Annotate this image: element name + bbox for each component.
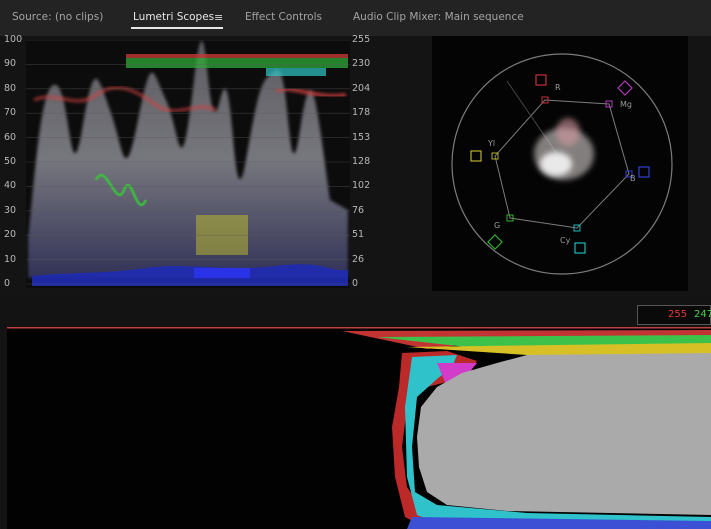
vectorscope-target-box	[470, 150, 482, 162]
waveform-right-tick: 178	[352, 107, 371, 119]
waveform-right-tick: 204	[352, 82, 371, 94]
tab-source[interactable]: Source: (no clips)	[12, 11, 103, 23]
vectorscope-target-label: Mg	[620, 100, 632, 109]
vectorscope-target-box	[535, 74, 547, 86]
waveform-left-tick: 70	[4, 107, 17, 119]
waveform-left-tick: 10	[4, 253, 17, 265]
waveform-left-tick: 0	[4, 278, 11, 289]
vectorscope-target-box	[638, 166, 650, 178]
waveform-right-tick: 102	[352, 180, 371, 192]
waveform-right-tick: 255	[352, 34, 371, 45]
waveform-left-tick: 90	[4, 58, 17, 70]
panel-tab-bar: Source: (no clips) Lumetri Scopes ≡ Effe…	[0, 0, 711, 36]
waveform-right-tick: 153	[352, 131, 371, 143]
histogram-top-rule	[7, 327, 711, 329]
tab-effect-controls[interactable]: Effect Controls	[245, 11, 322, 23]
waveform-left-tick: 30	[4, 204, 17, 216]
waveform-scope	[26, 40, 350, 288]
vectorscope-target-label: R	[555, 83, 561, 92]
vectorscope-target-label: B	[630, 174, 636, 183]
active-tab-underline	[131, 27, 223, 29]
histogram-readout: 255 247	[637, 305, 711, 325]
vectorscope-target-box	[617, 80, 633, 96]
waveform-right-tick: 26	[352, 253, 365, 265]
vectorscope-target-box	[574, 242, 586, 254]
vectorscope-target-label: G	[494, 221, 500, 230]
tab-lumetri-scopes[interactable]: Lumetri Scopes	[133, 11, 214, 23]
waveform-left-tick: 50	[4, 156, 17, 167]
waveform-left-tick: 20	[4, 229, 17, 241]
waveform-left-tick: 40	[4, 180, 17, 192]
waveform-right-tick: 230	[352, 58, 371, 70]
readout-green-value: 247	[694, 309, 711, 320]
waveform-right-tick: 128	[352, 156, 371, 167]
waveform-left-tick: 80	[4, 82, 17, 94]
waveform-right-tick: 51	[352, 229, 365, 241]
histogram-luma	[417, 353, 711, 515]
waveform-right-tick: 0	[352, 278, 359, 289]
waveform-left-tick: 60	[4, 131, 17, 143]
waveform-right-tick: 76	[352, 204, 365, 216]
vectorscope-scope: R Mg B Cy G Yl	[451, 53, 673, 275]
hamburger-menu-icon[interactable]: ≡	[214, 11, 223, 24]
vectorscope-target-label: Yl	[487, 139, 495, 148]
vectorscope-target-label: Cy	[560, 236, 571, 245]
tab-audio-clip-mixer[interactable]: Audio Clip Mixer: Main sequence	[353, 11, 524, 23]
histogram-scope	[7, 327, 711, 529]
readout-red-value: 255	[668, 309, 688, 320]
waveform-left-tick: 100	[4, 34, 23, 45]
